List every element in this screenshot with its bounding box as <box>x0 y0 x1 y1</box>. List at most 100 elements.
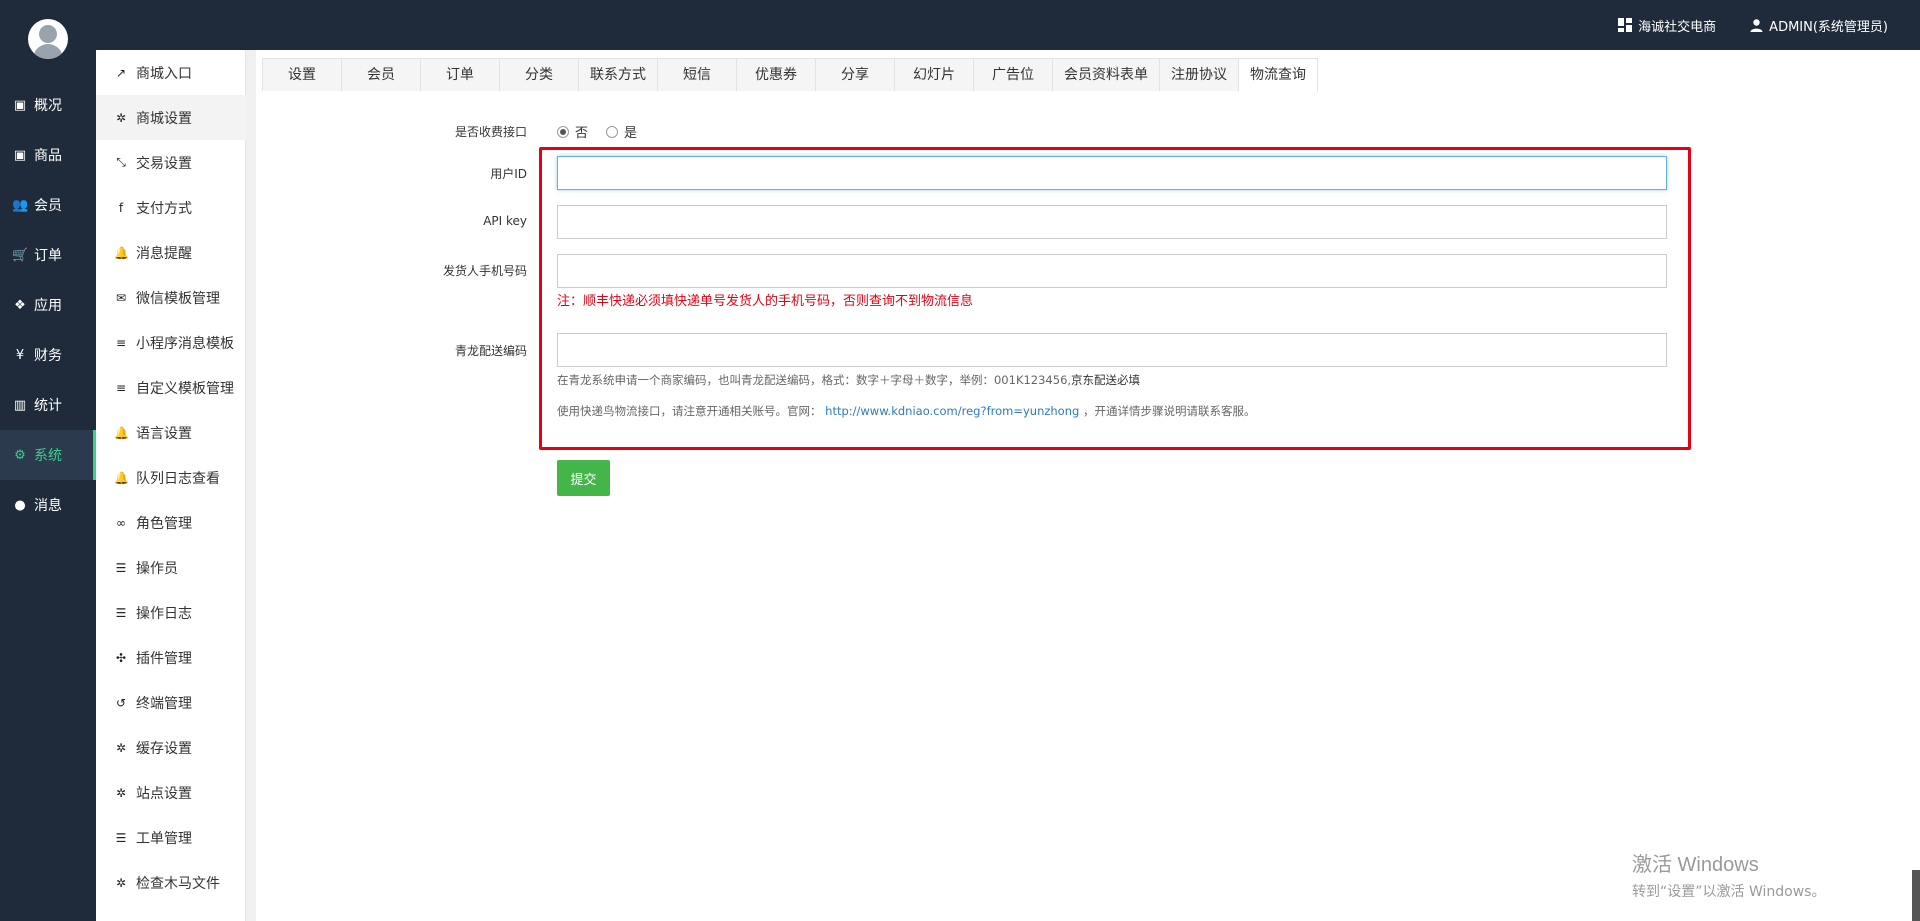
tab-item[interactable]: 分享 <box>815 58 895 91</box>
subnav-item[interactable]: ∞ 角色管理 <box>96 500 246 545</box>
main-nav-item[interactable]: ⚙ 系统 <box>0 430 96 480</box>
subnav-label: 工单管理 <box>136 830 192 847</box>
subnav-label: 操作日志 <box>136 605 192 622</box>
subnav-label: 队列日志查看 <box>136 470 220 487</box>
subnav-item[interactable]: ✲ 站点设置 <box>96 770 246 815</box>
list-icon: ☰ <box>115 830 127 845</box>
tab-item[interactable]: 设置 <box>262 58 342 91</box>
shop-name: 海诚社交电商 <box>1638 19 1717 35</box>
charge-yes-radio[interactable] <box>606 125 619 138</box>
cart-icon: 🛒 <box>12 247 29 263</box>
kdniao-help: 使用快递鸟物流接口，请注意开通相关账号。官网： http://www.kdnia… <box>557 403 1255 419</box>
qinglong-help-required: 京东配送必填 <box>1071 373 1141 387</box>
main-nav-item[interactable]: 👥 会员 <box>0 180 96 230</box>
charge-no-radio[interactable] <box>557 125 569 138</box>
main-nav-item[interactable]: ▣ 概况 <box>0 80 96 130</box>
main-nav-list: ▣ 概况 ▣ 商品 👥 会员 🛒 订单 ❖ 应用 ¥ 财务 ▥ 统计 ⚙ 系统 ● 消息 <box>0 80 96 530</box>
tab-item[interactable]: 优惠券 <box>736 58 816 91</box>
charge-yes-label[interactable]: 是 <box>624 122 637 141</box>
subnav-label: 商城设置 <box>136 110 192 127</box>
main-nav-label: 系统 <box>34 448 62 464</box>
subnav-item[interactable]: ✲ 检查木马文件 <box>96 860 246 905</box>
charge-no-label[interactable]: 否 <box>575 122 588 141</box>
submit-button[interactable]: 提交 <box>557 460 610 496</box>
subnav-item[interactable]: ≡ 小程序消息模板 <box>96 320 246 365</box>
qinglong-help-text: 在青龙系统申请一个商家编码，也叫青龙配送编码，格式：数字＋字母＋数字，举例：00… <box>557 373 1072 387</box>
sender-phone-input[interactable] <box>557 254 1667 288</box>
tab-item[interactable]: 注册协议 <box>1159 58 1239 91</box>
api-key-input[interactable] <box>557 205 1667 239</box>
user-menu[interactable]: ADMIN(系统管理员) <box>1750 16 1888 35</box>
tab-item[interactable]: 广告位 <box>973 58 1053 91</box>
tab-item[interactable]: 分类 <box>499 58 579 91</box>
facebook-icon: f <box>118 200 124 215</box>
gear-icon: ✲ <box>115 110 127 125</box>
subnav-item[interactable]: ≡ 自定义模板管理 <box>96 365 246 410</box>
history-icon: ↺ <box>115 695 127 710</box>
inbox-icon: ▣ <box>13 147 27 163</box>
shop-switcher[interactable]: 海诚社交电商 <box>1618 16 1716 35</box>
avatar[interactable] <box>28 19 68 59</box>
subnav-label: 站点设置 <box>136 785 192 802</box>
windows-activation-watermark: 激活 Windows 转到“设置”以激活 Windows。 <box>1632 848 1825 901</box>
tab-item[interactable]: 会员资料表单 <box>1052 58 1160 91</box>
kdniao-link[interactable]: http://www.kdniao.com/reg?from=yunzhong <box>825 404 1079 418</box>
api-key-label: API key <box>483 214 527 228</box>
gear-icon: ✲ <box>115 875 127 890</box>
gear-icon: ✲ <box>115 740 127 755</box>
qinglong-help: 在青龙系统申请一个商家编码，也叫青龙配送编码，格式：数字＋字母＋数字，举例：00… <box>557 372 1140 388</box>
grid-icon <box>1618 18 1633 32</box>
system-subnav: ↗ 商城入口 ✲ 商城设置 ⤡ 交易设置 f 支付方式 🔔 消息提醒 ✉ 微信模板管理 ≡ 小程序消息模板… <box>96 50 246 921</box>
watermark-subtitle: 转到“设置”以激活 Windows。 <box>1632 884 1826 900</box>
qinglong-code-input[interactable] <box>557 333 1667 367</box>
main-nav-item[interactable]: ❖ 应用 <box>0 280 96 330</box>
main-nav-label: 应用 <box>34 298 62 314</box>
user-id-input[interactable] <box>557 156 1667 190</box>
subnav-label: 操作员 <box>136 560 178 577</box>
subnav-label: 角色管理 <box>136 515 192 532</box>
subnav-item[interactable]: ☰ 工单管理 <box>96 815 246 860</box>
tab-item[interactable]: 会员 <box>341 58 421 91</box>
subnav-label: 小程序消息模板 <box>136 335 234 352</box>
main-nav-item[interactable]: ¥ 财务 <box>0 330 96 380</box>
main-nav-item[interactable]: ▥ 统计 <box>0 380 96 430</box>
inbox-icon: ▣ <box>13 97 27 113</box>
subnav-item[interactable]: ↺ 终端管理 <box>96 680 246 725</box>
main-nav-item[interactable]: ▣ 商品 <box>0 130 96 180</box>
bell-icon: 🔔 <box>114 470 129 485</box>
subnav-item[interactable]: ✉ 微信模板管理 <box>96 275 246 320</box>
kdniao-help-prefix: 使用快递鸟物流接口，请注意开通相关账号。官网： <box>557 404 822 418</box>
tab-item[interactable]: 订单 <box>420 58 500 91</box>
main-nav-item[interactable]: 🛒 订单 <box>0 230 96 280</box>
subnav-item[interactable]: ✲ 缓存设置 <box>96 725 246 770</box>
subnav-label: 交易设置 <box>136 155 192 172</box>
user-name: ADMIN(系统管理员) <box>1769 19 1888 35</box>
scrollbar[interactable] <box>1912 870 1920 921</box>
bell-icon: 🔔 <box>114 425 129 440</box>
subnav-item[interactable]: 🔔 消息提醒 <box>96 230 246 275</box>
subnav-item[interactable]: f 支付方式 <box>96 185 246 230</box>
subnav-item[interactable]: ✣ 插件管理 <box>96 635 246 680</box>
subnav-label: 自定义模板管理 <box>136 380 234 397</box>
tab-item[interactable]: 幻灯片 <box>894 58 974 91</box>
subnav-item[interactable]: ☰ 操作日志 <box>96 590 246 635</box>
subnav-label: 消息提醒 <box>136 245 192 262</box>
top-bar: 海诚社交电商 ADMIN(系统管理员) <box>0 0 1920 50</box>
subnav-item[interactable]: 🔔 语言设置 <box>96 410 246 455</box>
main-nav-label: 统计 <box>34 398 62 414</box>
main-nav-label: 消息 <box>34 498 62 514</box>
bar-chart-icon: ▥ <box>13 397 27 413</box>
subnav-item[interactable]: ✲ 商城设置 <box>96 95 246 140</box>
subnav-item[interactable]: ⤡ 交易设置 <box>96 140 246 185</box>
subnav-label: 商城入口 <box>136 65 192 82</box>
tab-item[interactable]: 短信 <box>657 58 737 91</box>
subnav-item[interactable]: ↗ 商城入口 <box>96 50 246 95</box>
wechat-icon: ✉ <box>115 290 127 305</box>
main-nav-item[interactable]: ● 消息 <box>0 480 96 530</box>
subnav-item[interactable]: ☰ 操作员 <box>96 545 246 590</box>
tab-item[interactable]: 联系方式 <box>578 58 658 91</box>
phone-warning: 注：顺丰快递必须填快递单号发货人的手机号码，否则查询不到物流信息 <box>557 294 974 309</box>
subnav-label: 终端管理 <box>136 695 192 712</box>
tab-item[interactable]: 物流查询 <box>1238 58 1318 92</box>
subnav-item[interactable]: 🔔 队列日志查看 <box>96 455 246 500</box>
